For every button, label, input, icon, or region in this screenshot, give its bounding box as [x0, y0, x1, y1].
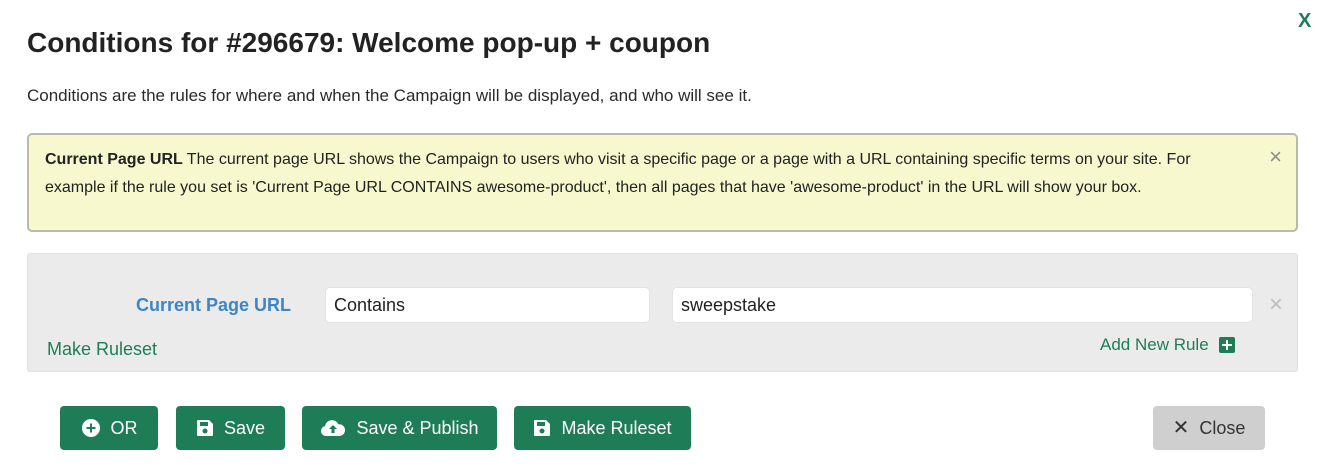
- save-button-label: Save: [223, 417, 266, 438]
- make-ruleset-button-label: Make Ruleset: [561, 417, 672, 438]
- save-publish-button-label: Save & Publish: [356, 417, 479, 438]
- rule-operator-select[interactable]: Contains: [325, 287, 650, 323]
- save-publish-button[interactable]: Save & Publish: [302, 406, 497, 450]
- close-icon: ✕: [1172, 417, 1190, 439]
- page-title: Conditions for #296679: Welcome pop-up +…: [27, 27, 711, 58]
- modal-description: Conditions are the rules for where and w…: [27, 86, 752, 105]
- cloud-upload-icon: [321, 420, 346, 436]
- info-box-close-icon[interactable]: ×: [1269, 143, 1282, 171]
- close-button-label: Close: [1199, 417, 1246, 438]
- info-box-title: Current Page URL: [45, 151, 183, 168]
- add-new-rule-label: Add New Rule: [1100, 335, 1209, 354]
- info-box-text: The current page URL shows the Campaign …: [45, 151, 1191, 196]
- conditions-modal: X Conditions for #296679: Welcome pop-up…: [0, 0, 1327, 475]
- make-ruleset-link[interactable]: Make Ruleset: [47, 337, 157, 361]
- close-button[interactable]: ✕ Close: [1153, 406, 1265, 450]
- rule-panel: Current Page URL Contains sweepstake × M…: [27, 253, 1298, 372]
- or-button-label: OR: [110, 417, 138, 438]
- rule-type-label[interactable]: Current Page URL: [136, 293, 291, 317]
- floppy-disk-icon: [196, 420, 213, 436]
- info-box: Current Page URL The current page URL sho…: [27, 133, 1298, 232]
- plus-square-icon: [1218, 337, 1235, 353]
- plus-circle-icon: [81, 419, 100, 437]
- save-button[interactable]: Save: [176, 406, 285, 450]
- rule-value-input[interactable]: sweepstake: [672, 287, 1253, 323]
- remove-rule-icon[interactable]: ×: [1269, 291, 1283, 319]
- or-button[interactable]: OR: [60, 406, 158, 450]
- make-ruleset-button[interactable]: Make Ruleset: [514, 406, 691, 450]
- modal-close-icon[interactable]: X: [1298, 9, 1311, 33]
- floppy-disk-icon: [534, 420, 551, 436]
- add-new-rule-button[interactable]: Add New Rule: [1100, 333, 1235, 357]
